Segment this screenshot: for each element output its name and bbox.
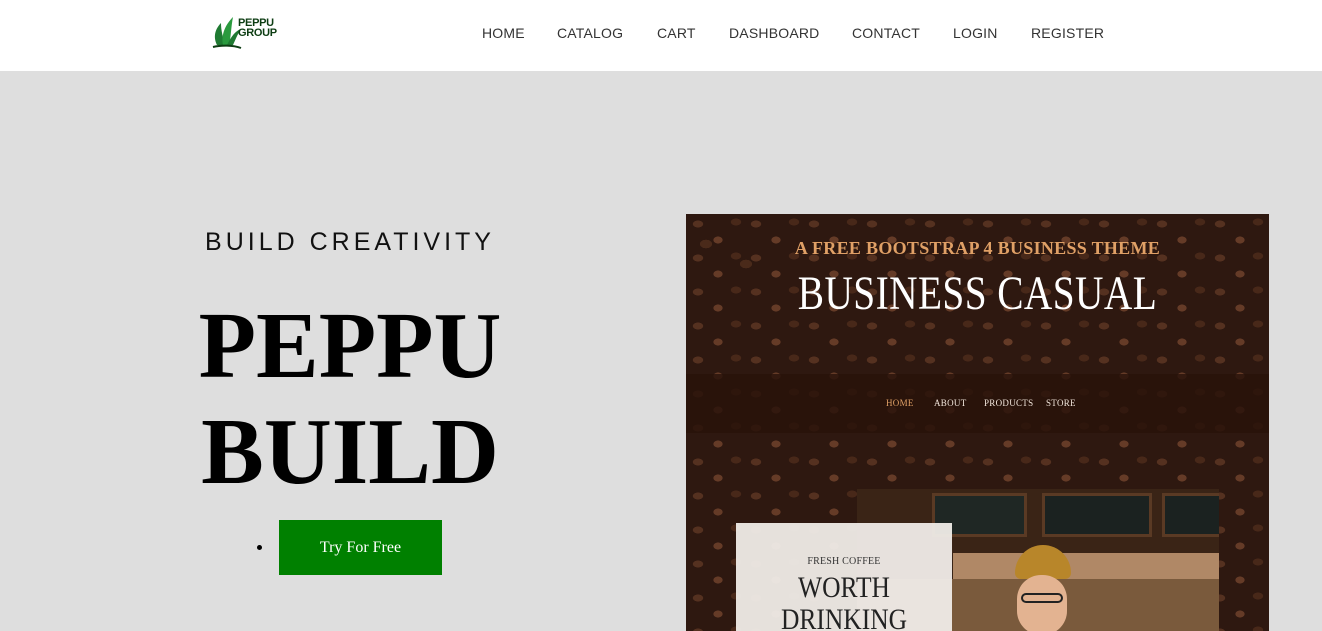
nav-login[interactable]: LOGIN (953, 25, 998, 41)
hero-title-line1: PEPPU (198, 294, 502, 398)
top-navbar: PEPPU GROUP HOME CATALOG CART DASHBOARD … (0, 0, 1322, 71)
preview-subtitle: A FREE BOOTSTRAP 4 BUSINESS THEME (794, 238, 1161, 258)
list-bullet (257, 545, 262, 550)
preview-nav: HOME ABOUT PRODUCTS STORE (686, 374, 1269, 433)
nav-contact[interactable]: CONTACT (852, 25, 920, 41)
theme-preview-image: A FREE BOOTSTRAP 4 BUSINESS THEME BUSINE… (686, 214, 1269, 631)
brand-logo[interactable]: PEPPU GROUP (211, 15, 287, 51)
hero-section: BUILD CREATIVITY PEPPU BUILD (150, 228, 550, 505)
nav-register[interactable]: REGISTER (1031, 25, 1104, 41)
preview-nav-home: HOME (886, 398, 914, 408)
preview-nav-store: STORE (1046, 398, 1076, 408)
preview-title: BUSINESS CASUAL (797, 267, 1158, 320)
hero-title-line2: BUILD (201, 400, 499, 504)
preview-nav-products: PRODUCTS (984, 398, 1034, 408)
menu-board (1162, 493, 1219, 537)
person-face (1017, 575, 1067, 631)
try-for-free-button[interactable]: Try For Free (279, 520, 442, 575)
nav-home[interactable]: HOME (482, 25, 525, 41)
nav-catalog[interactable]: CATALOG (557, 25, 623, 41)
preview-card-title: WORTH DRINKING (780, 571, 908, 631)
preview-nav-about: ABOUT (934, 398, 967, 408)
preview-card-kicker: FRESH COFFEE (807, 556, 881, 567)
hero-kicker: BUILD CREATIVITY (205, 228, 495, 256)
brand-logo-text: PEPPU GROUP (238, 17, 277, 39)
cta-list-item: Try For Free (257, 520, 442, 575)
hero-title: PEPPU BUILD (150, 293, 550, 505)
glasses-icon (1021, 593, 1063, 603)
nav-dashboard[interactable]: DASHBOARD (729, 25, 819, 41)
person-hat (1015, 545, 1071, 579)
preview-card: FRESH COFFEE WORTH DRINKING (736, 523, 952, 631)
nav-cart[interactable]: CART (657, 25, 696, 41)
menu-board (1042, 493, 1152, 537)
